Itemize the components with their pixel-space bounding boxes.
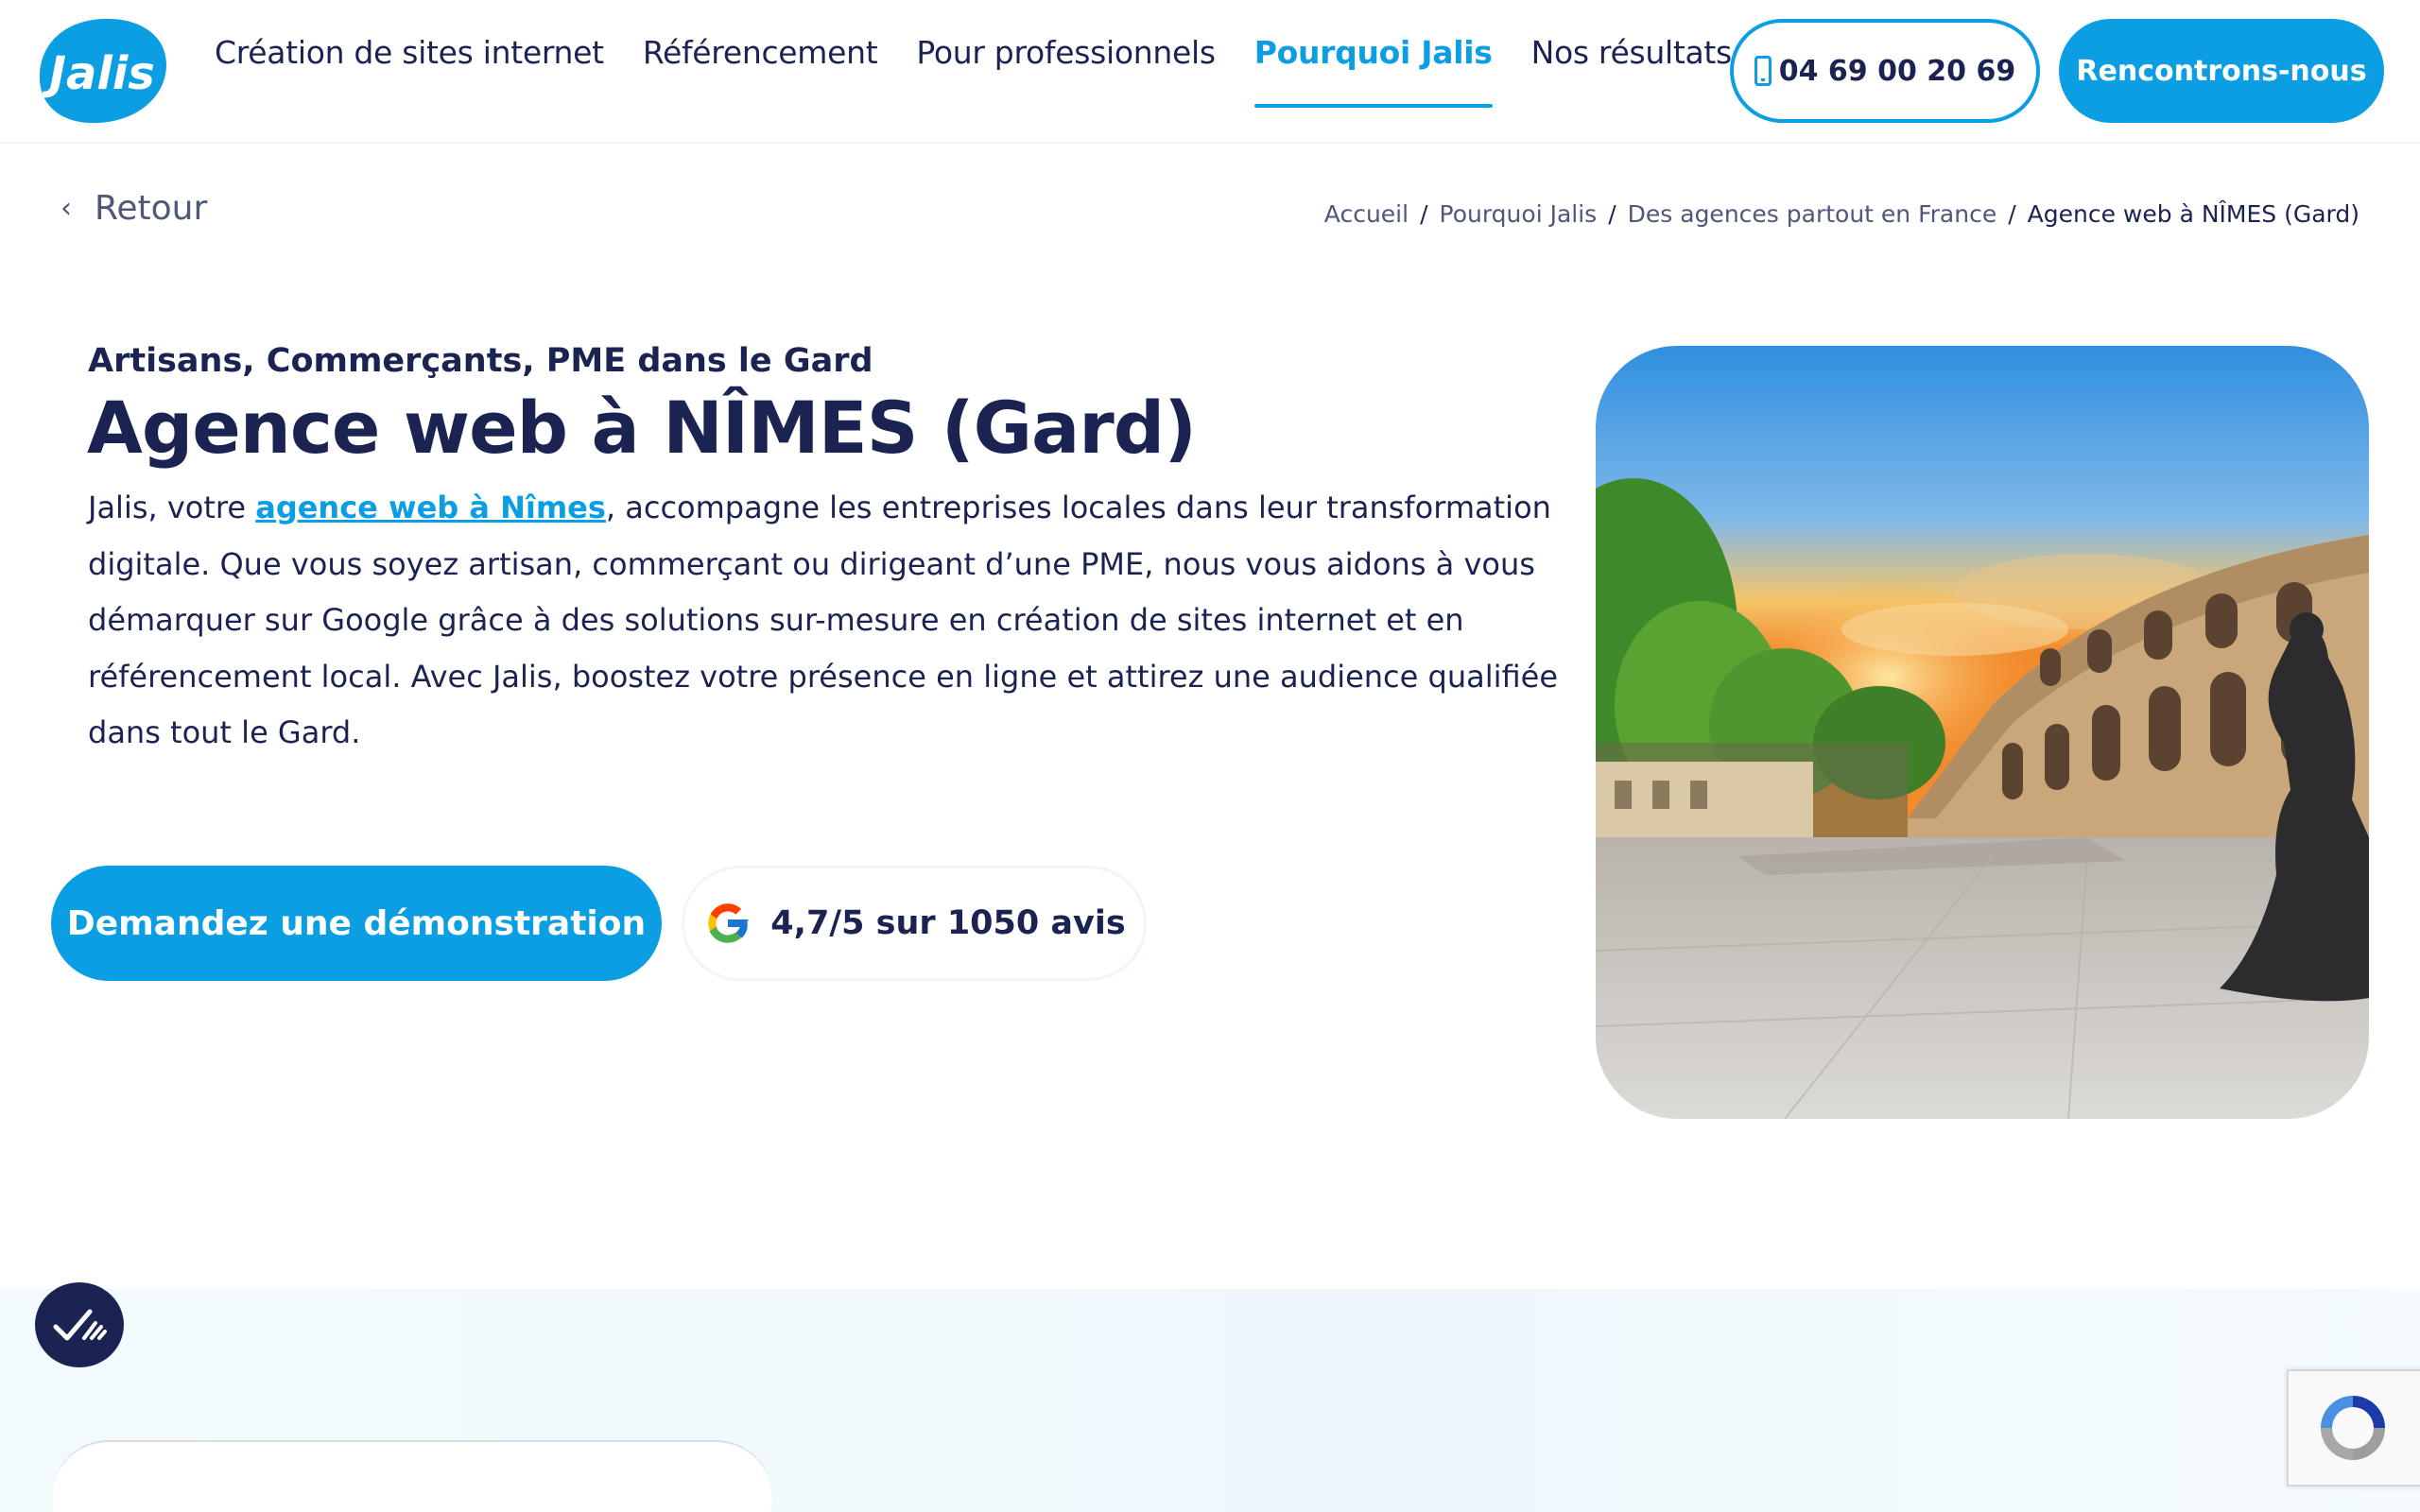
breadcrumb-separator: / [1420,200,1428,228]
nav-item-pourquoi-jalis[interactable]: Pourquoi Jalis [1253,0,1493,108]
google-reviews-badge[interactable]: 4,7/5 sur 1050 avis [682,866,1147,981]
google-icon [708,903,750,943]
breadcrumb-separator: / [1608,200,1616,228]
hero-description: Jalis, votre agence web à Nîmes, accompa… [88,480,1563,762]
rencontrons-nous-button[interactable]: Rencontrons-nous [2059,19,2384,123]
content-card [52,1440,772,1512]
breadcrumb-pourquoi-jalis[interactable]: Pourquoi Jalis [1440,200,1598,228]
nav-item-creation-sites[interactable]: Création de sites internet [215,0,604,108]
phone-button[interactable]: 04 69 00 20 69 [1730,19,2040,123]
nav-item-nos-resultats[interactable]: Nos résultats [1531,0,1733,108]
site-header: Jalis Création de sites internet Référen… [0,0,2420,144]
svg-text:Jalis: Jalis [42,47,155,100]
chevron-left-icon: ‹ [60,192,72,225]
desc-after: , accompagne les entreprises locales dan… [88,490,1559,750]
nav-item-pour-professionnels[interactable]: Pour professionnels [916,0,1216,108]
nav-item-referencement[interactable]: Référencement [643,0,878,108]
reviews-text: 4,7/5 sur 1050 avis [770,904,1126,942]
hero-kicker: Artisans, Commerçants, PME dans le Gard [88,342,873,380]
recaptcha-badge[interactable] [2287,1369,2420,1486]
back-label: Retour [95,189,208,228]
accessibility-button[interactable] [35,1282,124,1367]
desc-before: Jalis, votre [88,490,256,525]
demo-button[interactable]: Demandez une démonstration [51,866,662,981]
breadcrumb-accueil[interactable]: Accueil [1324,200,1409,228]
hero-image-arenes-nimes [1596,346,2369,1119]
mobile-phone-icon [1754,56,1772,86]
accessibility-icon [53,1309,107,1341]
recaptcha-icon [2321,1396,2385,1460]
breadcrumb-agences-france[interactable]: Des agences partout en France [1628,200,1997,228]
back-link[interactable]: ‹ Retour [60,189,207,228]
main-nav: Création de sites internet Référencement… [215,0,1771,144]
breadcrumb-current: Agence web à NÎMES (Gard) [2027,200,2360,228]
breadcrumb-separator: / [2008,200,2016,228]
jalis-logo[interactable]: Jalis [36,15,168,127]
page-title: Agence web à NÎMES (Gard) [87,386,1197,470]
phone-number: 04 69 00 20 69 [1778,54,2016,88]
breadcrumb: Accueil / Pourquoi Jalis / Des agences p… [1324,200,2360,228]
agence-web-nimes-link[interactable]: agence web à Nîmes [255,490,606,525]
